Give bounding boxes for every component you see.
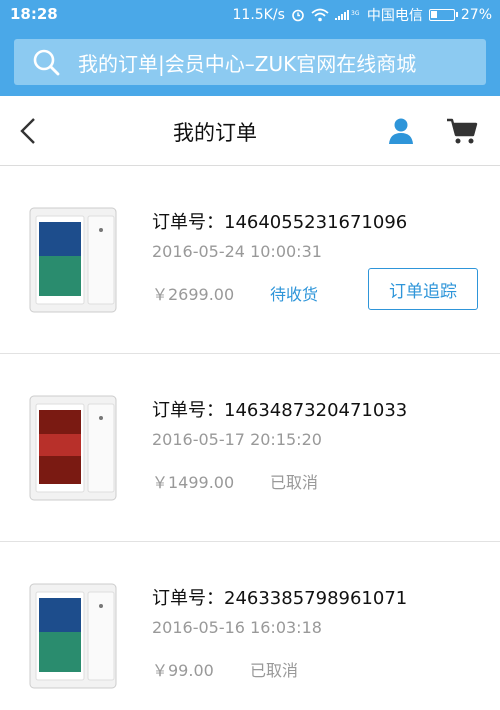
order-date: 2016-05-24 10:00:31 [152,242,322,261]
order-item[interactable]: 订单号：2463385798961071 2016-05-16 16:03:18… [0,542,500,710]
svg-text:3G: 3G [351,10,360,17]
order-item[interactable]: 订单号：1463487320471033 2016-05-17 20:15:20… [0,354,500,542]
order-status: 已取消 [250,661,299,680]
order-number: 订单号：1464055231671096 [152,212,408,233]
order-date: 2016-05-16 16:03:18 [152,618,322,637]
user-icon[interactable] [386,117,416,145]
battery-icon [428,9,458,21]
order-price: ￥1499.00 [152,473,235,492]
cart-icon[interactable] [446,117,478,145]
phone-product-image [29,583,117,689]
app-header: 我的订单 [0,96,500,166]
status-indicators: 11.5K/s 3G 中国电信 27% [233,5,493,25]
address-bar[interactable]: 我的订单|会员中心–ZUK官网在线商城 [14,39,486,85]
track-order-button[interactable]: 订单追踪 [368,268,478,310]
phone-product-image [29,395,117,501]
battery-level: 27% [460,7,492,23]
order-number: 订单号：1463487320471033 [152,400,408,421]
network-speed: 11.5K/s [232,7,285,23]
order-item[interactable]: 订单号：1464055231671096 2016-05-24 10:00:31… [0,166,500,354]
page-title: 我的订单 [173,121,257,145]
signal-icon: 3G [334,10,360,20]
wifi-icon [311,8,329,22]
page-url-title: 我的订单|会员中心–ZUK官网在线商城 [78,51,417,76]
alarm-icon [292,9,304,22]
order-price: ￥2699.00 [152,285,235,304]
order-number: 订单号：2463385798961071 [152,588,408,609]
order-status: 待收货 [270,285,319,304]
carrier-name: 中国电信 [366,8,423,24]
order-list: 订单号：1464055231671096 2016-05-24 10:00:31… [0,166,500,710]
status-time: 18:28 [10,5,58,23]
order-status: 已取消 [270,473,319,492]
status-bar: 18:28 11.5K/s 3G 中国电信 27% [0,0,500,30]
search-icon [33,49,60,76]
order-price: ￥99.00 [152,661,214,680]
order-date: 2016-05-17 20:15:20 [152,430,322,449]
phone-product-image [29,207,117,313]
